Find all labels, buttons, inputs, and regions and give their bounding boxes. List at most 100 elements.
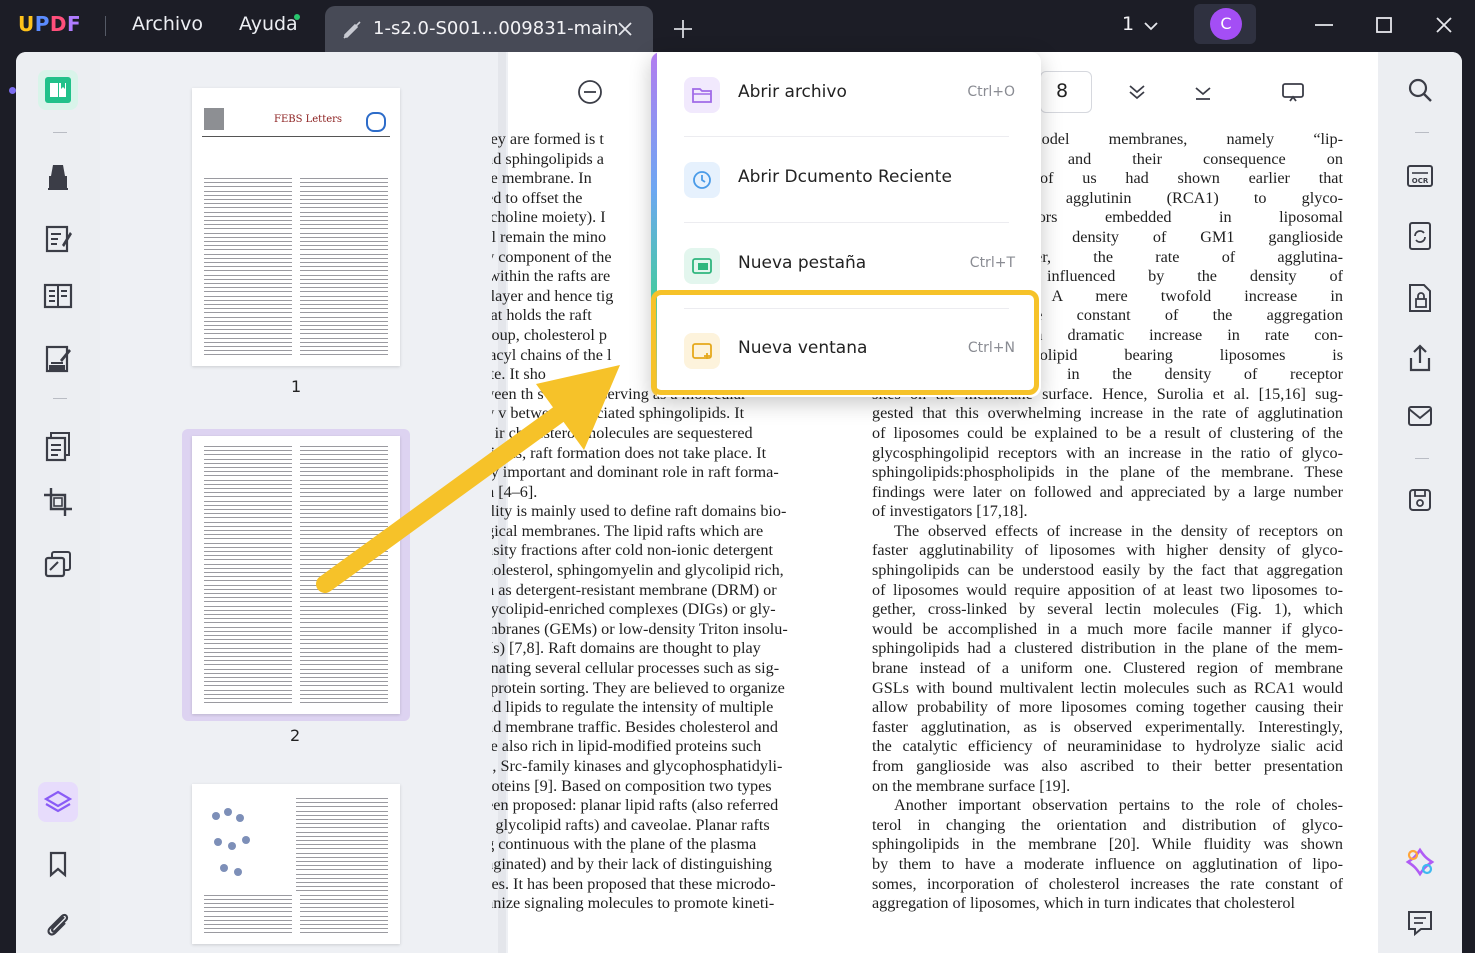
reader-mode-button[interactable] [38, 70, 78, 110]
thumb-line [300, 903, 388, 904]
page-number-input[interactable]: 8 [1040, 71, 1092, 113]
crop-tool-button[interactable] [38, 482, 78, 522]
comments-panel-button[interactable] [1400, 902, 1440, 942]
thumb-line [296, 882, 388, 883]
thumb-line [204, 220, 292, 221]
thumb-line [300, 458, 388, 460]
maximize-icon[interactable] [1373, 14, 1395, 36]
zoom-out-icon[interactable] [577, 79, 603, 105]
protect-tool-button[interactable] [38, 544, 78, 584]
thumb-line [300, 618, 388, 620]
form-tool-button[interactable] [38, 276, 78, 316]
minimize-icon[interactable] [1313, 14, 1335, 36]
new-tab-icon[interactable] [672, 18, 694, 40]
text-line: GSLs with bound multivalent lectin molec… [872, 678, 1343, 697]
save-button[interactable] [1400, 480, 1440, 520]
text-line: the catalytic efficiency of neuraminidas… [872, 737, 1343, 756]
thumb-line [204, 580, 292, 582]
thumb-line [204, 559, 292, 561]
presentation-icon[interactable] [1281, 80, 1305, 104]
thumb-line [300, 350, 388, 352]
thumb-line [300, 182, 388, 184]
ocr-button[interactable]: OCR [1400, 156, 1440, 196]
menu-ayuda[interactable]: Ayuda [239, 13, 298, 35]
thumb-line [204, 567, 292, 569]
thumb-line [300, 698, 388, 699]
menu-archivo[interactable]: Archivo [132, 13, 203, 35]
bookmarks-button[interactable] [38, 844, 78, 884]
thumbnail-label-2: 2 [290, 726, 301, 745]
convert-button[interactable] [1400, 216, 1440, 256]
thumbnail-page-1[interactable]: FEBS Letters [192, 88, 400, 366]
thumb-line [204, 894, 292, 896]
share-button[interactable] [1400, 338, 1440, 378]
thumb-line [300, 266, 388, 268]
thumb-line [204, 320, 292, 322]
thumbnail-page-2[interactable] [192, 436, 400, 714]
thumb-line [204, 325, 292, 326]
thumb-line [296, 840, 388, 841]
thumb-line [204, 316, 292, 318]
menu-item-open-recent[interactable]: Abrir Dcumento Reciente [657, 137, 1041, 223]
layers-button[interactable] [38, 782, 78, 822]
thumb-line [300, 530, 388, 531]
email-button[interactable] [1400, 396, 1440, 436]
thumb-line [300, 262, 388, 263]
thumb-line [204, 190, 292, 192]
updf-logo[interactable]: UPDF [18, 12, 81, 36]
thumb-logo-graphic [366, 112, 386, 132]
thumbnail-page-3[interactable] [192, 784, 400, 944]
thumb-line [204, 924, 292, 925]
thumb-line [300, 178, 388, 179]
text-line: by them to have a moderate influence on … [872, 854, 1343, 873]
thumb-line [204, 299, 292, 301]
ai-assistant-button[interactable] [1400, 842, 1440, 882]
organize-pages-button[interactable] [38, 426, 78, 466]
thumb-line [204, 928, 292, 930]
edit-pdf-button[interactable] [38, 218, 78, 258]
thumb-line [300, 693, 388, 695]
thumb-line [300, 500, 388, 502]
thumb-line [300, 551, 388, 552]
thumb-line [300, 572, 388, 573]
menu-item-open-file[interactable]: Abrir archivo Ctrl+O [657, 52, 1041, 138]
user-avatar[interactable]: C [1210, 8, 1242, 40]
thumb-line [204, 458, 292, 460]
thumb-line [204, 253, 292, 255]
thumb-line [204, 462, 292, 464]
thumb-line [300, 462, 388, 464]
window-count[interactable]: 1 [1122, 13, 1134, 35]
text-line: of investigators [17,18]. [872, 502, 1028, 521]
thumb-line [204, 346, 292, 347]
search-button[interactable] [1400, 70, 1440, 110]
text-line: sphingolipids in the membrane [20]. Whil… [872, 835, 1343, 854]
thumb-line [204, 283, 292, 284]
last-page-icon[interactable] [1191, 80, 1215, 104]
thumb-line [204, 593, 292, 594]
thumb-line [300, 538, 388, 540]
thumb-line [204, 207, 292, 209]
thumb-line [300, 320, 388, 322]
thumb-line [204, 685, 292, 687]
thumb-line [300, 525, 388, 527]
document-tab[interactable]: 1-s2.0-S001...009831-main [325, 6, 653, 52]
protect-button[interactable] [1400, 278, 1440, 318]
close-window-icon[interactable] [1433, 14, 1455, 36]
menu-item-label: Abrir archivo [738, 82, 847, 102]
thumb-line [300, 346, 388, 347]
attachments-button[interactable] [38, 904, 78, 944]
thumb-line [300, 467, 388, 468]
thumb-line [300, 626, 388, 628]
comment-tool-button[interactable] [38, 156, 78, 196]
thumb-line [204, 194, 292, 196]
thumb-line [204, 546, 292, 548]
next-page-icon[interactable] [1125, 80, 1149, 104]
fill-sign-button[interactable] [38, 338, 78, 378]
thumb-line [296, 819, 388, 820]
thumb-figure [204, 802, 284, 882]
close-tab-icon[interactable] [616, 20, 634, 38]
thumb-line [296, 827, 388, 829]
chevron-down-icon[interactable] [1142, 17, 1160, 35]
thumb-line [204, 450, 292, 452]
thumb-line [204, 337, 292, 339]
